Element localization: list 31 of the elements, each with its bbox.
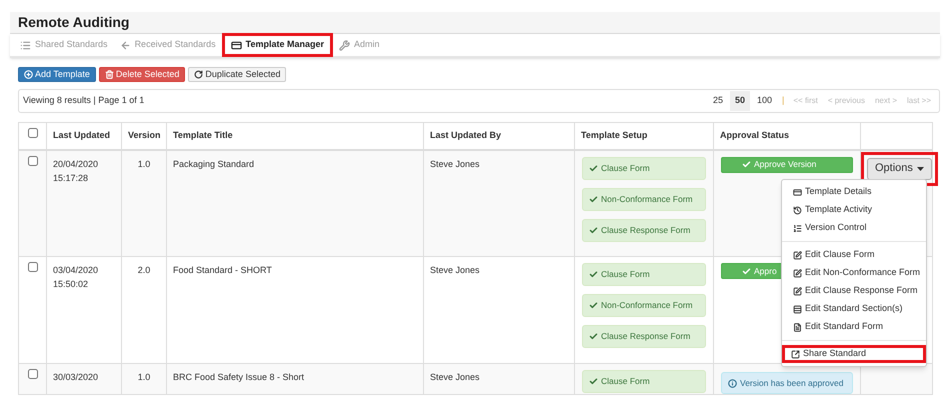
pager-separator: | bbox=[781, 94, 786, 108]
table-cell-text: 30/03/2020 bbox=[53, 371, 100, 384]
setup-status-badge: Non-Conformance Form bbox=[582, 188, 706, 210]
column-header: Version bbox=[128, 130, 161, 140]
setup-status-badge: Clause Form bbox=[582, 370, 706, 393]
column-header: Last Updated By bbox=[430, 130, 502, 140]
table-cell: 1.0 bbox=[138, 372, 150, 382]
table-cell: Packaging Standard bbox=[173, 158, 254, 168]
app-title: Remote Auditing bbox=[18, 13, 130, 32]
table-cell: 2.0 bbox=[138, 265, 150, 275]
setup-status-badge: Non-Conformance Form bbox=[582, 294, 706, 317]
column-header: Template Title bbox=[173, 130, 233, 140]
results-summary: Viewing 8 results | Page 1 of 1 bbox=[23, 94, 144, 108]
setup-status-badge: Clause Response Form bbox=[582, 325, 706, 348]
table-cell-text: 15:50:02 bbox=[53, 278, 90, 291]
setup-status-badge: Clause Form bbox=[582, 156, 706, 180]
setup-status-badge: Clause Response Form bbox=[582, 218, 706, 242]
table-cell: 1.0 bbox=[138, 158, 150, 168]
column-header: Last Updated bbox=[53, 130, 110, 140]
table-cell-text: 20/04/2020 bbox=[53, 158, 100, 170]
table-cell-text: 15:17:28 bbox=[53, 172, 90, 184]
table-cell: Steve Jones bbox=[430, 158, 480, 168]
approval-info-alert: Version has been approved bbox=[721, 372, 853, 394]
table-cell-text: 03/04/2020 bbox=[53, 264, 100, 277]
table-cell: BRC Food Safety Issue 8 - Short bbox=[173, 372, 304, 382]
setup-status-badge: Clause Form bbox=[582, 263, 706, 286]
column-header: Template Setup bbox=[581, 130, 648, 140]
table-cell: Steve Jones bbox=[430, 265, 480, 275]
column-header: Approval Status bbox=[720, 130, 790, 140]
table-cell: Steve Jones bbox=[430, 372, 480, 382]
table-cell: Food Standard - SHORT bbox=[173, 265, 272, 275]
